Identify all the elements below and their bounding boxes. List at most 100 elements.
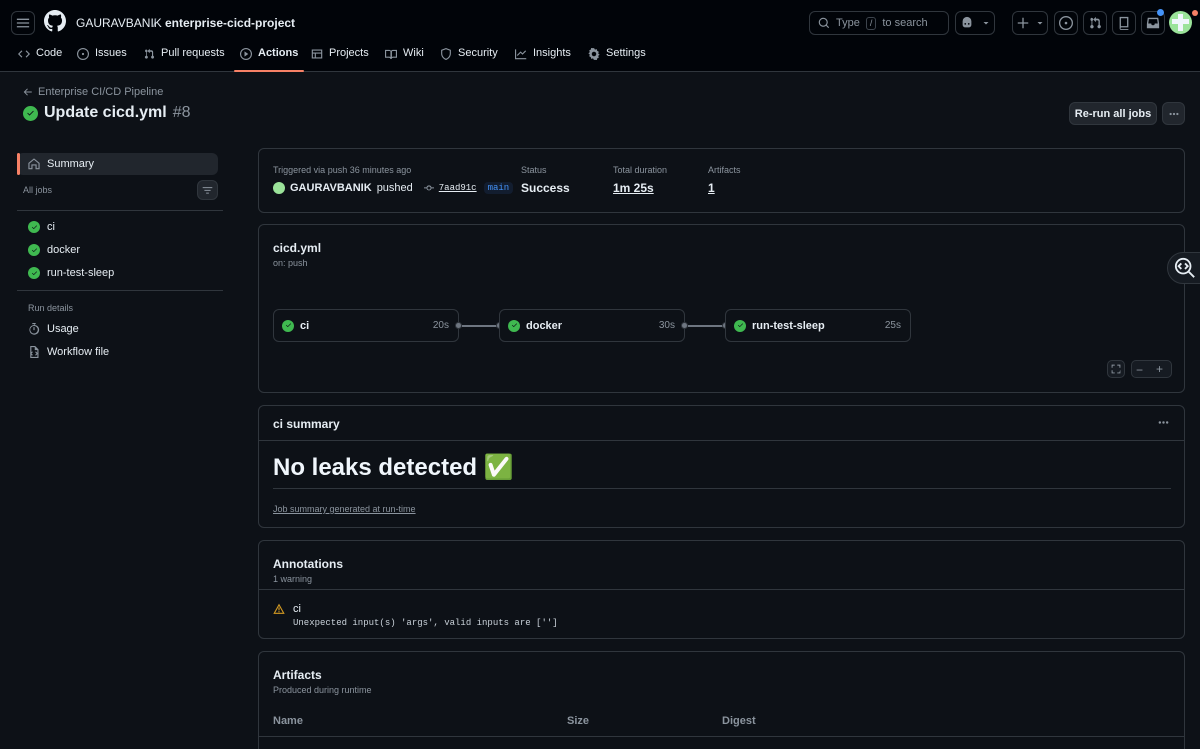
sidebar-job-label: ci [47, 221, 55, 233]
branch-badge[interactable]: main [483, 182, 514, 194]
job-connector [688, 325, 723, 327]
tab-label: Settings [606, 47, 646, 59]
pull-request-icon [144, 48, 155, 59]
tab-projects[interactable]: Projects [311, 44, 369, 72]
table-header-divider [259, 736, 1184, 737]
job-summary-card: ci summary No leaks detected ✅ Job summa… [258, 405, 1185, 528]
workflow-file-name[interactable]: cicd.yml [273, 241, 321, 255]
global-header: GAURAVBANIK / enterprise-cicd-project Ty… [0, 0, 1200, 72]
tab-label: Issues [95, 47, 127, 59]
issue-icon [77, 48, 89, 60]
breadcrumb-repo[interactable]: enterprise-cicd-project [165, 16, 295, 30]
status-value: Success [521, 181, 570, 195]
sidebar-item-summary[interactable]: Summary [17, 153, 218, 175]
run-menu-button[interactable] [1162, 102, 1185, 125]
active-indicator [17, 153, 20, 175]
tab-pull-requests[interactable]: Pull requests [143, 44, 225, 72]
tab-label: Projects [329, 47, 369, 59]
sidebar-item-workflow-file[interactable]: Workflow file [17, 341, 218, 363]
summary-footer-link[interactable]: Job summary generated at run-time [273, 504, 416, 514]
create-new-button[interactable] [1012, 11, 1048, 35]
job-duration: 20s [432, 320, 449, 331]
run-summary-card: Triggered via push 36 minutes ago GAURAV… [258, 148, 1185, 213]
actor-link[interactable]: GAURAVBANIK [290, 182, 372, 194]
graph-job-ci[interactable]: ci 20s [273, 309, 459, 342]
code-search-icon [1174, 257, 1195, 278]
avatar[interactable] [1169, 11, 1192, 34]
status-label: Status [521, 165, 547, 175]
annotations-card: Annotations 1 warning ci Unexpected inpu… [258, 540, 1185, 639]
tab-insights[interactable]: Insights [515, 44, 571, 72]
card-divider [259, 440, 1184, 441]
copilot-button[interactable] [955, 11, 995, 35]
tab-actions[interactable]: Actions [233, 44, 305, 72]
job-summary-menu-button[interactable] [1157, 416, 1170, 432]
tab-security[interactable]: Security [440, 44, 498, 72]
search-input[interactable]: Type / to search [809, 11, 949, 35]
duration-value-link[interactable]: 1m 25s [613, 181, 654, 195]
sidebar-job-ci[interactable]: ci [17, 216, 218, 238]
commit-sha-link[interactable]: 7aad91c [439, 183, 477, 193]
search-shortcut-key: / [865, 16, 877, 30]
tab-issues[interactable]: Issues [77, 44, 127, 72]
kebab-horizontal-icon [1169, 112, 1178, 115]
tab-settings[interactable]: Settings [588, 44, 646, 72]
column-header-size: Size [567, 715, 590, 727]
plus-icon [1017, 17, 1029, 29]
arrow-left-icon [23, 88, 32, 96]
inbox-icon [1146, 17, 1160, 29]
tab-label: Actions [258, 47, 299, 59]
success-check-icon [734, 319, 746, 332]
code-search-button[interactable] [1167, 252, 1200, 284]
status-dot [1192, 10, 1198, 16]
pull-requests-button[interactable] [1083, 11, 1107, 35]
shield-icon [441, 48, 451, 60]
all-jobs-heading: All jobs [23, 185, 53, 195]
actor-avatar[interactable] [273, 182, 285, 194]
success-check-icon [28, 267, 40, 279]
sidebar-job-docker[interactable]: docker [17, 239, 218, 261]
tab-wiki[interactable]: Wiki [385, 44, 424, 72]
duration-label: Total duration [613, 165, 668, 175]
zoom-in-button[interactable]: + [1156, 362, 1163, 376]
warning-icon [273, 603, 285, 614]
fullscreen-icon [1111, 364, 1121, 374]
column-header-name: Name [273, 715, 303, 727]
graph-job-run-test-sleep[interactable]: run-test-sleep 25s [725, 309, 911, 342]
action-text: pushed [376, 182, 413, 194]
pull-request-icon [1090, 16, 1101, 29]
kebab-horizontal-icon [1158, 421, 1169, 424]
filter-jobs-button[interactable] [197, 180, 218, 200]
tab-label: Wiki [403, 47, 424, 59]
breadcrumb-owner[interactable]: GAURAVBANIK [76, 16, 162, 30]
repo-icon [1119, 16, 1129, 30]
sidebar-divider [17, 290, 223, 291]
artifacts-count-link[interactable]: 1 [708, 181, 715, 195]
zoom-controls: − + [1131, 360, 1172, 378]
zoom-out-button[interactable]: − [1136, 363, 1143, 377]
graph-job-docker[interactable]: docker 30s [499, 309, 685, 342]
success-check-icon [282, 319, 294, 332]
github-logo-icon[interactable] [44, 10, 66, 32]
menu-button[interactable] [11, 11, 35, 35]
graph-icon [515, 49, 527, 60]
back-to-workflow-link[interactable]: Enterprise CI/CD Pipeline [23, 86, 163, 98]
repositories-button[interactable] [1112, 11, 1136, 35]
tab-code[interactable]: Code [18, 44, 62, 72]
breadcrumb-separator: / [153, 16, 157, 30]
job-name: ci [300, 319, 310, 332]
rerun-all-jobs-button[interactable]: Re-run all jobs [1069, 102, 1157, 125]
fullscreen-button[interactable] [1107, 360, 1125, 378]
annotation-job-link[interactable]: ci [293, 603, 301, 615]
book-icon [385, 49, 397, 59]
job-duration: 30s [658, 320, 675, 331]
gear-icon [588, 48, 600, 60]
sidebar-item-usage[interactable]: Usage [17, 318, 218, 340]
sidebar-item-label: Workflow file [47, 346, 110, 358]
issues-button[interactable] [1054, 11, 1078, 35]
search-icon [818, 17, 830, 29]
repo-nav: Code Issues Pull requests Actions Projec… [0, 44, 1200, 72]
job-name: run-test-sleep [752, 319, 825, 332]
sidebar-job-run-test-sleep[interactable]: run-test-sleep [17, 262, 218, 284]
tab-label: Code [36, 47, 63, 59]
